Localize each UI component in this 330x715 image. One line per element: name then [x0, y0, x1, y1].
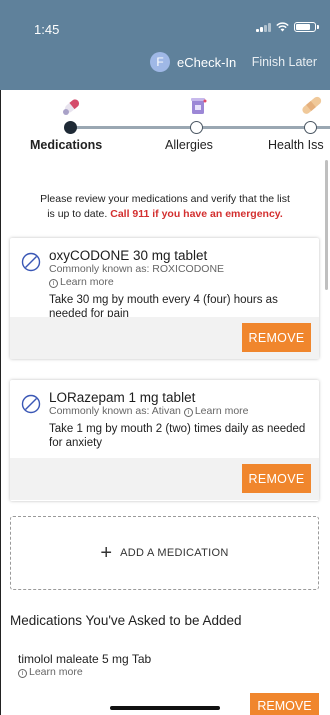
remove-button[interactable]: REMOVE — [242, 323, 311, 352]
pill-icon — [21, 252, 41, 272]
medication-card-body: LORazepam 1 mg tablet Commonly known as:… — [10, 380, 319, 458]
step-label-health-issues[interactable]: Health Iss — [268, 138, 324, 152]
medication-common-name: Commonly known as: Ativan — [49, 405, 181, 417]
finish-later-button[interactable]: Finish Later — [252, 55, 317, 69]
medication-card-footer: REMOVE — [10, 317, 319, 359]
medication-card-footer: REMOVE — [10, 458, 319, 500]
remove-button[interactable]: REMOVE — [242, 464, 311, 493]
step-label-allergies[interactable]: Allergies — [165, 138, 213, 152]
allergy-bottle-icon — [191, 98, 207, 114]
status-icons — [256, 22, 319, 32]
wifi-icon — [276, 22, 289, 32]
emergency-notice: Call 911 if you have an emergency. — [110, 207, 283, 220]
medication-name: LORazepam 1 mg tablet — [49, 390, 196, 405]
learn-more-link[interactable]: i Learn more — [18, 666, 83, 679]
signal-icon — [256, 22, 271, 32]
asked-medications-heading: Medications You've Asked to be Added — [10, 613, 242, 628]
pill-icon — [21, 394, 41, 414]
echeck-in-title: F eCheck-In — [150, 52, 236, 72]
intro-line-2-text: is up to date. — [47, 207, 108, 220]
learn-more-label: Learn more — [194, 405, 249, 417]
pills-icon — [63, 99, 80, 115]
medication-common-line: Commonly known as: Ativan i Learn more — [49, 405, 309, 418]
info-icon: i — [183, 408, 193, 417]
scrollbar[interactable] — [325, 160, 328, 290]
step-dot-health-issues[interactable] — [304, 121, 317, 134]
intro-line-1: Please review your medications and verif… — [40, 193, 290, 205]
bandage-icon — [302, 96, 322, 114]
step-dot-medications[interactable] — [64, 121, 77, 134]
learn-more-link[interactable]: i Learn more — [49, 276, 309, 289]
medication-card-body: oxyCODONE 30 mg tablet Commonly known as… — [10, 238, 319, 320]
learn-more-link[interactable]: i Learn more — [183, 405, 249, 417]
learn-more-label: Learn more — [60, 276, 114, 288]
step-dot-allergies[interactable] — [190, 121, 203, 134]
medication-card: LORazepam 1 mg tablet Commonly known as:… — [10, 380, 319, 501]
progress-stepper: Medications Allergies Health Iss — [0, 90, 330, 160]
remove-button[interactable]: REMOVE — [250, 693, 319, 715]
avatar[interactable]: F — [150, 52, 170, 72]
intro-text: Please review your medications and verif… — [0, 192, 330, 221]
intro-line-2: is up to date. Call 911 if you have an e… — [0, 207, 330, 222]
status-time: 1:45 — [34, 22, 60, 37]
home-indicator[interactable] — [110, 706, 220, 710]
medication-instructions: Take 1 mg by mouth 2 (two) times daily a… — [49, 423, 306, 449]
header-title: eCheck-In — [177, 54, 237, 70]
info-icon: i — [18, 669, 27, 678]
medication-name: oxyCODONE 30 mg tablet — [49, 248, 208, 263]
info-icon: i — [49, 279, 58, 288]
step-label-medications[interactable]: Medications — [30, 138, 102, 152]
add-medication-label: ADD A MEDICATION — [120, 547, 229, 559]
battery-icon — [294, 22, 319, 32]
asked-medication-name: timolol maleate 5 mg Tab — [18, 652, 152, 666]
app-header: 1:45 F eCheck-In Finish Later — [0, 0, 330, 90]
plus-icon: + — [100, 542, 113, 564]
medication-card: oxyCODONE 30 mg tablet Commonly known as… — [10, 238, 319, 359]
medication-common-name: Commonly known as: ROXICODONE — [49, 263, 225, 275]
learn-more-label: Learn more — [29, 666, 83, 678]
add-medication-button[interactable]: + ADD A MEDICATION — [10, 516, 319, 590]
